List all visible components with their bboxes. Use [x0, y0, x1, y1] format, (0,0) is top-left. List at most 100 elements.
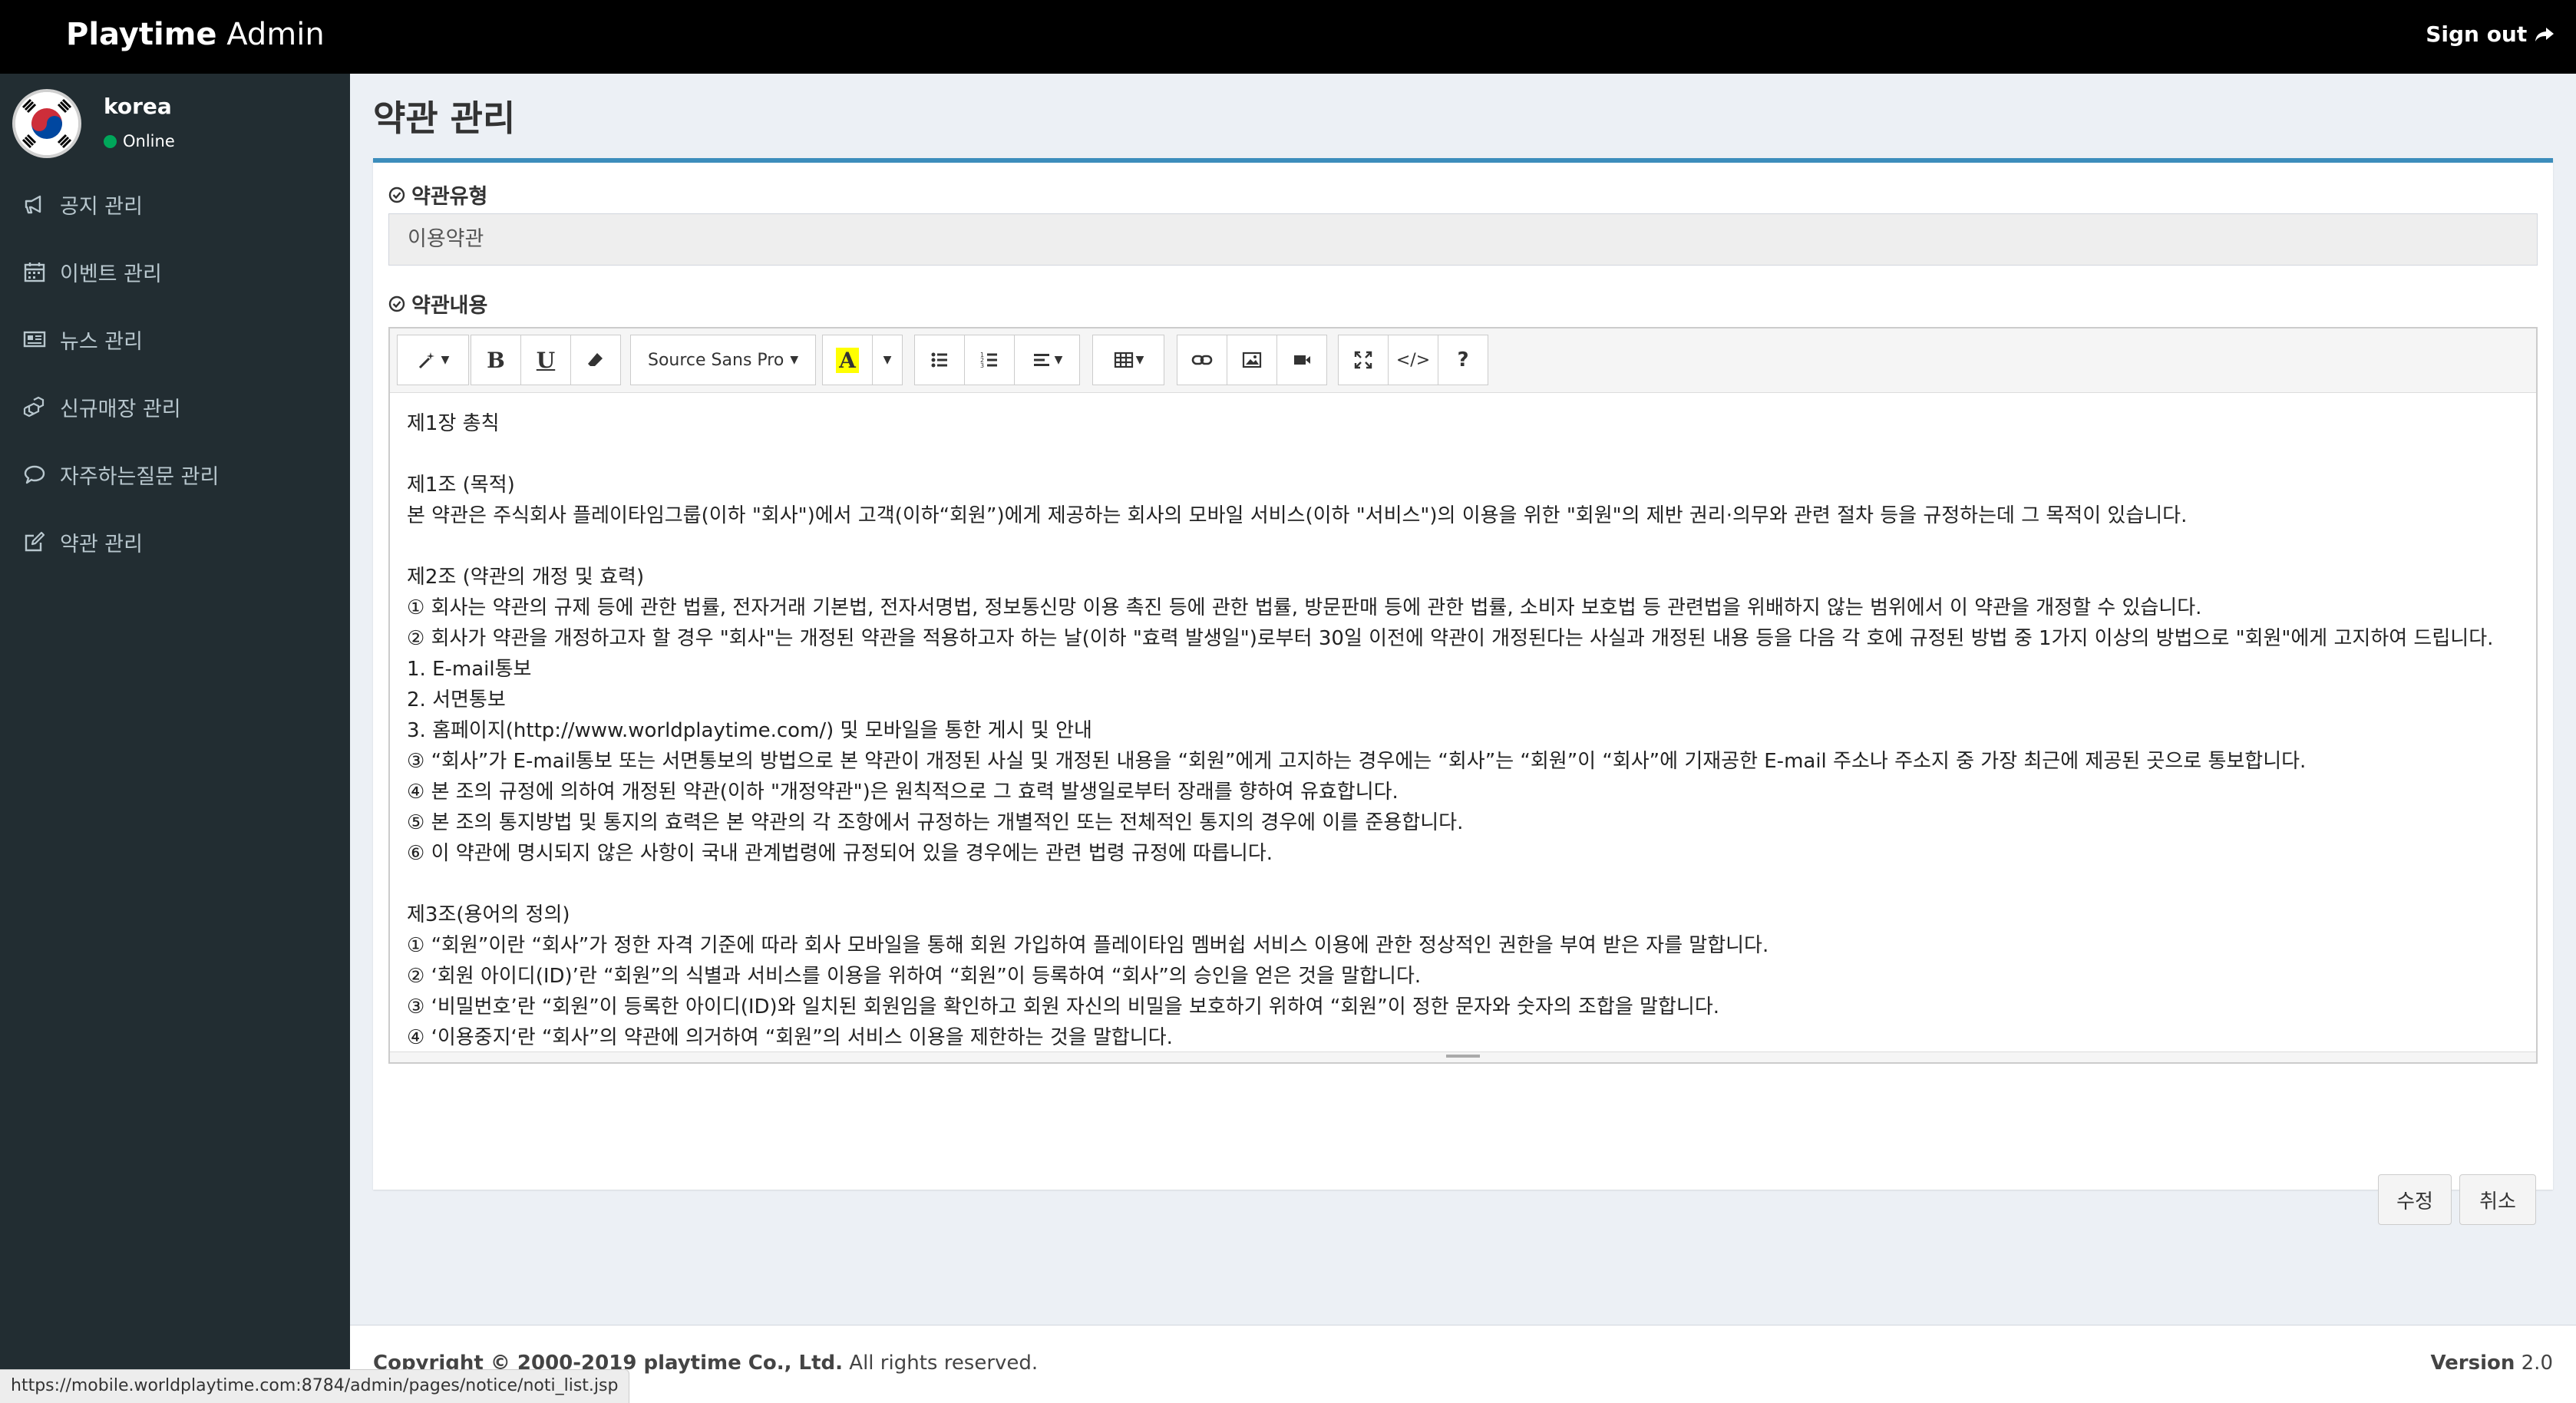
sidebar-item-label: 이벤트 관리 — [60, 262, 162, 286]
browser-status-url: https://mobile.worldplaytime.com:8784/ad… — [0, 1369, 630, 1403]
cubes-icon — [23, 396, 45, 418]
editor-line: 제1조 (목적) — [407, 474, 515, 497]
user-name: korea — [104, 94, 172, 119]
editor-line: ① “회원”이란 “회사”가 정한 자격 기준에 따라 회사 모바일을 통해 회… — [407, 934, 1769, 957]
top-navbar: Playtime Admin Sign out — [0, 0, 2576, 74]
link-button[interactable] — [1177, 335, 1227, 385]
link-icon — [1191, 355, 1213, 365]
style-button[interactable]: ▼ — [397, 335, 469, 385]
editor-content[interactable]: 제1장 총칙제1조 (목적) 본 약관은 주식회사 플레이타임그룹(이하 "회사"… — [390, 393, 2536, 1051]
calendar-icon — [24, 262, 45, 282]
editor-line: ④ ‘이용중지‘란 “회사”의 약관에 의거하여 “회원”의 서비스 이용을 제… — [407, 1026, 1173, 1049]
list-ol-icon: 123 — [980, 352, 997, 369]
unordered-list-button[interactable] — [914, 335, 965, 385]
sidebar-item-event[interactable]: 이벤트 관리 — [0, 238, 350, 305]
version-label: Version — [2430, 1352, 2515, 1375]
terms-type-label-text: 약관유형 — [411, 185, 488, 209]
video-button[interactable] — [1276, 335, 1327, 385]
sidebar-item-label: 신규매장 관리 — [60, 397, 181, 421]
terms-type-field[interactable]: 이용약관 — [388, 213, 2538, 266]
editor-toolbar: ▼ B U Source Sans Pro ▼ A ▼ 1 2 3 ▼ ▼ </… — [390, 328, 2536, 393]
sidebar-item-terms[interactable]: 약관 관리 — [0, 508, 350, 576]
caret-down-icon: ▼ — [441, 354, 450, 366]
font-family-value: Source Sans Pro — [648, 350, 784, 370]
eraser-icon — [588, 353, 603, 366]
version-text: Version 2.0 — [2430, 1352, 2553, 1375]
editor-line: 2. 서면통보 — [407, 688, 506, 711]
image-icon — [1242, 352, 1262, 368]
editor-line: 3. 홈페이지(http://www.worldplaytime.com/) 및… — [407, 719, 1092, 742]
sidebar: korea Online 공지 관리 이벤트 관리 뉴스 관리 신규매장 관리 … — [0, 74, 350, 1403]
underline-button[interactable]: U — [520, 335, 571, 385]
editor-resize-handle[interactable] — [390, 1051, 2536, 1062]
editor-line: 제1장 총칙 — [407, 412, 500, 435]
sign-out-button[interactable]: Sign out — [2426, 21, 2555, 47]
bold-icon: B — [487, 347, 505, 373]
check-circle-icon — [388, 295, 405, 312]
clear-format-button[interactable] — [570, 335, 621, 385]
footer: Copyright © 2000-2019 playtime Co., Ltd.… — [350, 1325, 2576, 1403]
sidebar-item-news[interactable]: 뉴스 관리 — [0, 305, 350, 373]
magic-wand-icon — [418, 352, 434, 369]
color-dropdown-button[interactable]: ▼ — [872, 335, 903, 385]
font-family-dropdown[interactable]: Source Sans Pro ▼ — [630, 335, 817, 385]
video-icon — [1294, 355, 1310, 365]
ordered-list-button[interactable]: 123 — [964, 335, 1015, 385]
brand-bold: Playtime — [66, 17, 217, 52]
caret-down-icon: ▼ — [1135, 354, 1144, 366]
edit-icon — [25, 531, 45, 552]
caret-down-icon: ▼ — [790, 354, 799, 366]
sidebar-item-label: 뉴스 관리 — [60, 329, 143, 354]
editor-line: ⑥ 이 약관에 명시되지 않은 사항이 국내 관계법령에 규정되어 있을 경우에… — [407, 842, 1273, 865]
user-status: Online — [104, 132, 175, 150]
editor-line: ② ‘회원 아이디(ID)’란 “회원”의 식별과 서비스를 이용을 위하여 “… — [407, 965, 1422, 988]
code-view-button[interactable]: </> — [1388, 335, 1438, 385]
sidebar-item-faq[interactable]: 자주하는질문 관리 — [0, 441, 350, 508]
fullscreen-button[interactable] — [1338, 335, 1389, 385]
editor-line: 1. E-mail통보 — [407, 658, 532, 681]
expand-icon — [1354, 351, 1372, 369]
text-color-button[interactable]: A — [822, 335, 873, 385]
rich-text-editor: ▼ B U Source Sans Pro ▼ A ▼ 1 2 3 ▼ ▼ </… — [388, 327, 2538, 1064]
caret-down-icon: ▼ — [1054, 354, 1063, 366]
svg-text:3: 3 — [980, 362, 984, 369]
paragraph-align-button[interactable]: ▼ — [1014, 335, 1080, 385]
brand-light: Admin — [216, 17, 325, 52]
editor-line: 본 약관은 주식회사 플레이타임그룹(이하 "회사")에서 고객(이하“회원”)… — [407, 504, 2188, 527]
sidebar-item-new-store[interactable]: 신규매장 관리 — [0, 373, 350, 441]
newspaper-icon — [23, 331, 46, 348]
editor-line: ⑤ 본 조의 통지방법 및 통지의 효력은 본 약관의 각 조항에서 규정하는 … — [407, 811, 1464, 834]
code-icon: </> — [1395, 350, 1431, 370]
version-value: 2.0 — [2515, 1352, 2553, 1375]
sidebar-menu: 공지 관리 이벤트 관리 뉴스 관리 신규매장 관리 자주하는질문 관리 약관 … — [0, 170, 350, 576]
sidebar-item-notice[interactable]: 공지 관리 — [0, 170, 350, 238]
share-icon — [2535, 28, 2554, 41]
terms-content-label: 약관내용 — [388, 289, 487, 319]
editor-line: ① 회사는 약관의 규제 등에 관한 법률, 전자거래 기본법, 전자서명법, … — [407, 596, 2202, 619]
question-icon: ? — [1457, 348, 1469, 371]
editor-line: 제3조(용어의 정의) — [407, 903, 570, 926]
sidebar-item-label: 약관 관리 — [60, 532, 143, 556]
editor-line: 제2조 (약관의 개정 및 효력) — [407, 566, 645, 589]
brand-logo[interactable]: Playtime Admin — [66, 17, 325, 52]
help-button[interactable]: ? — [1438, 335, 1488, 385]
editor-line: ④ 본 조의 규정에 의하여 개정된 약관(이하 "개정약관")은 원칙적으로 … — [407, 781, 1399, 804]
terms-form-box: 약관유형 이용약관 약관내용 ▼ B U Source Sans Pro ▼ A… — [373, 158, 2553, 1225]
edit-button[interactable]: 수정 — [2378, 1174, 2452, 1225]
image-button[interactable] — [1227, 335, 1277, 385]
editor-line: ② 회사가 약관을 개정하고자 할 경우 "회사"는 개정된 약관을 적용하고자… — [407, 627, 2494, 650]
caret-down-icon: ▼ — [883, 354, 892, 366]
editor-line: ③ ‘비밀번호’란 “회원”이 등록한 아이디(ID)와 일치된 회원임을 확인… — [407, 995, 1720, 1018]
korea-flag-icon — [15, 92, 78, 155]
comment-icon — [24, 465, 45, 484]
underline-icon: U — [536, 347, 556, 373]
cancel-button[interactable]: 취소 — [2459, 1174, 2536, 1225]
bold-button[interactable]: B — [471, 335, 521, 385]
table-button[interactable]: ▼ — [1092, 335, 1164, 385]
avatar — [12, 89, 81, 158]
table-icon — [1114, 352, 1133, 368]
font-color-icon: A — [836, 347, 859, 373]
grip-icon — [1446, 1055, 1480, 1058]
